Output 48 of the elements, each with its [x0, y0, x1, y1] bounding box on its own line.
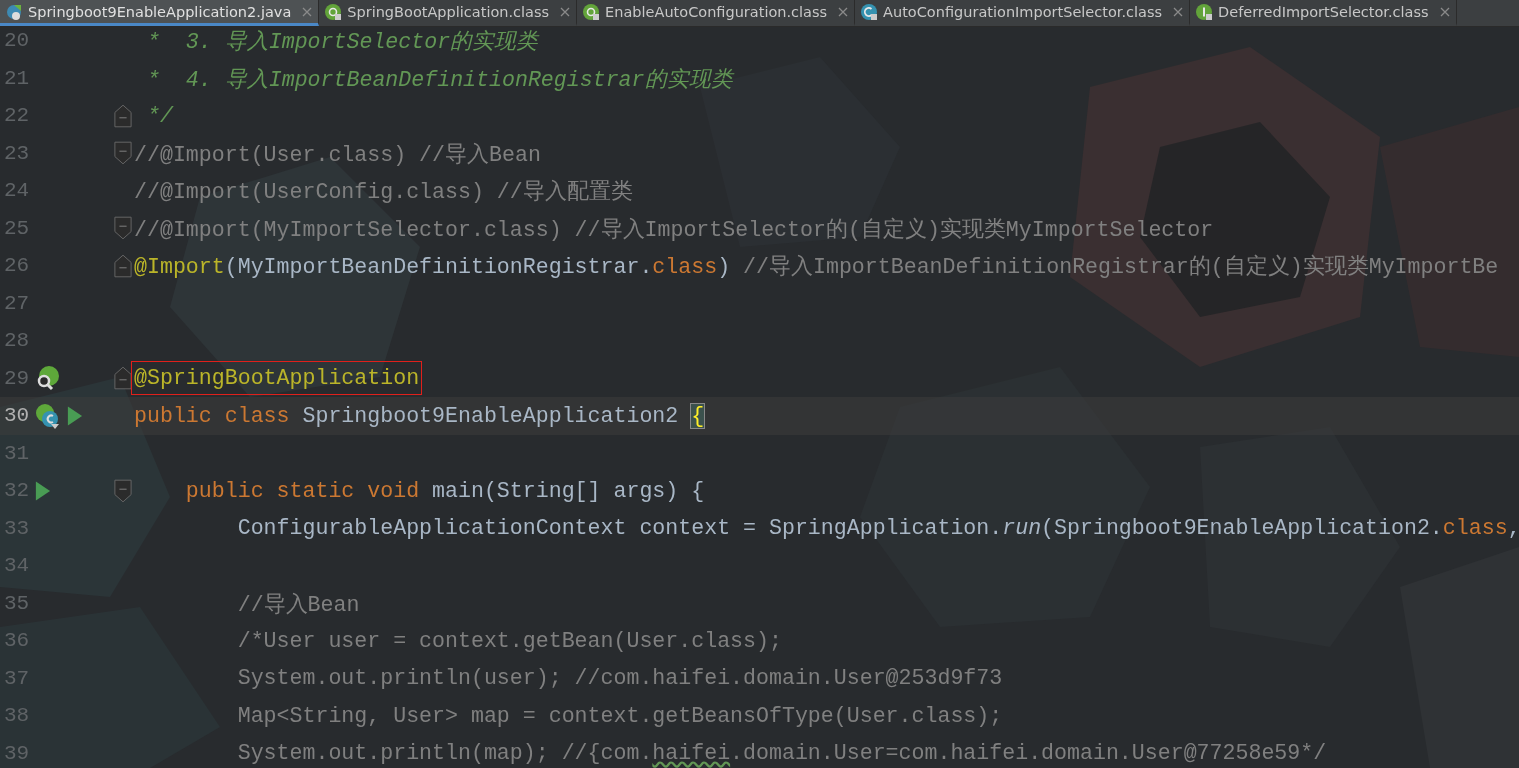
annotation-lock-icon — [582, 2, 601, 21]
fold-icon[interactable] — [114, 478, 132, 503]
code-line: //导入Bean — [236, 591, 360, 618]
close-icon[interactable] — [302, 6, 313, 17]
highlighted-code: @SpringBootApplication — [134, 364, 420, 393]
line-number: 23 — [3, 141, 31, 165]
close-icon[interactable] — [838, 6, 849, 17]
editor-tab[interactable]: Springboot9EnableApplication2.java — [0, 0, 320, 26]
line-number: 35 — [3, 591, 31, 615]
fold-icon[interactable] — [114, 366, 132, 391]
fold-icon[interactable] — [114, 141, 132, 166]
code-line: System.out.println(map); //{com.haifei.domain.User=com.haifei.domain.User@77258e59*/ — [236, 741, 1327, 766]
line-number: 21 — [3, 66, 31, 90]
bean-class-icon[interactable] — [33, 402, 60, 429]
code-line: Map<String, User> map = context.getBeansOfType(User.class); — [236, 703, 1003, 728]
line-number: 26 — [3, 254, 31, 278]
run-icon[interactable] — [65, 404, 83, 427]
interface-lock-icon — [1195, 2, 1214, 21]
line-number: 22 — [3, 104, 31, 128]
code-line: System.out.println(user); //com.haifei.domain.User@253d9f73 — [236, 666, 1003, 691]
line-number: 25 — [3, 216, 31, 240]
fold-icon[interactable] — [114, 216, 132, 241]
line-number: 24 — [3, 179, 31, 203]
code-line: @Import(MyImportBeanDefinitionRegistrar.class) //导入ImportBeanDefinitionRegistrar的(自定义)实现类MyImportBe — [134, 253, 1499, 281]
line-number: 20 — [3, 29, 31, 53]
fold-icon[interactable] — [114, 253, 132, 278]
close-icon[interactable] — [560, 6, 571, 17]
close-icon[interactable] — [1173, 6, 1184, 17]
line-number: 29 — [3, 366, 31, 390]
spring-boot-file-icon — [5, 2, 23, 21]
annotation-lock-icon — [324, 2, 343, 21]
run-icon[interactable] — [33, 479, 51, 502]
code-line: * 4. 导入ImportBeanDefinitionRegistrar的实现类 — [145, 66, 733, 93]
code-line: /*User user = context.getBean(User.class); — [236, 628, 782, 653]
class-lock-icon — [860, 2, 879, 21]
line-number: 28 — [3, 329, 31, 353]
code-line: //@Import(UserConfig.class) //导入配置类 — [134, 179, 633, 206]
line-number: 30 — [3, 404, 31, 428]
code-line: public static void main(String[] args) { — [184, 478, 705, 503]
line-number: 27 — [3, 291, 31, 315]
close-icon[interactable] — [1439, 6, 1450, 17]
code-line: ConfigurableApplicationContext context = SpringApplication.run(Springboot9EnableApplication2.class, — [236, 516, 1519, 541]
code-line: * 3. 导入ImportSelector的实现类 — [145, 29, 539, 56]
code-line: //@Import(User.class) //导入Bean — [134, 141, 541, 168]
code-line: */ — [145, 103, 173, 128]
fold-icon[interactable] — [114, 103, 132, 128]
code-line: //@Import(MyImportSelector.class) //导入ImportSelector的(自定义)实现类MyImportSelector — [134, 216, 1214, 243]
code-line: public class Springboot9EnableApplication2 { — [134, 403, 705, 428]
